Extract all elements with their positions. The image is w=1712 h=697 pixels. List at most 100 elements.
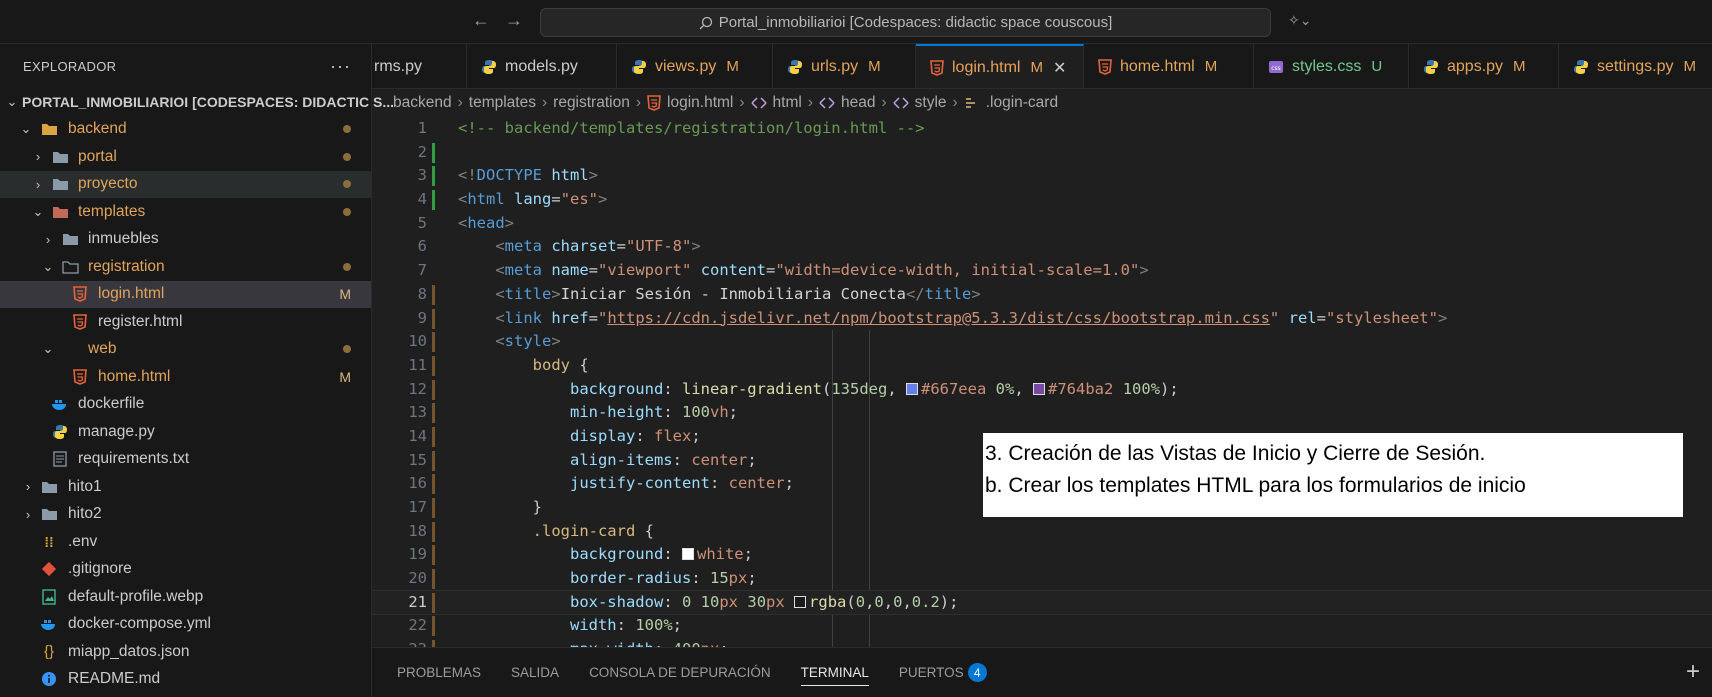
tab-problemas[interactable]: PROBLEMAS (397, 648, 481, 697)
tree-item-backend[interactable]: ⌄ backend (0, 116, 371, 144)
tree-item-manage-py[interactable]: manage.py (0, 418, 371, 446)
line-number: 3 (417, 166, 427, 185)
tree-item-web[interactable]: ⌄ web (0, 336, 371, 364)
copilot-icon[interactable]: ✧⌄ (1288, 12, 1311, 29)
command-center-search[interactable]: Portal_inmobiliarioi [Codespaces: didact… (540, 8, 1271, 37)
git-added-marker (432, 166, 435, 187)
tree-item-register-html[interactable]: register.html (0, 308, 371, 336)
code-line: background: linear-gradient(135deg, #667… (569, 379, 1179, 398)
chevron-down-icon: ⌄ (32, 203, 44, 219)
tree-item-gitignore[interactable]: .gitignore (0, 556, 371, 584)
css-icon: css (1268, 59, 1284, 75)
close-tab-icon[interactable]: ✕ (1053, 58, 1066, 78)
tree-item-docker-compose-yml[interactable]: docker-compose.yml (0, 611, 371, 639)
tree-item-miapp-datos-json[interactable]: {} miapp_datos.json (0, 638, 371, 666)
svg-text:css: css (1271, 65, 1281, 72)
python-icon (51, 423, 69, 441)
tab-views-py[interactable]: views.py M (617, 44, 773, 88)
tab-apps-py[interactable]: apps.py M (1409, 44, 1559, 88)
tree-item-inmuebles[interactable]: › inmuebles (0, 226, 371, 254)
tab-puertos[interactable]: PUERTOS 4 (899, 648, 987, 697)
explorer-title: EXPLORADOR (23, 58, 117, 74)
git-modified-marker (432, 426, 435, 447)
tree-item-label: proyecto (78, 175, 138, 193)
tree-item-home-html[interactable]: home.html M (0, 363, 371, 391)
modified-dot (343, 152, 351, 161)
code-editor[interactable]: 1 <!-- backend/templates/registration/log… (372, 117, 1712, 647)
tree-item-hito1[interactable]: › hito1 (0, 473, 371, 501)
tree-item-portal[interactable]: › portal (0, 143, 371, 171)
git-modified-marker (432, 569, 435, 590)
tree-item-proyecto[interactable]: › proyecto (0, 170, 371, 198)
code-line: .login-card { (532, 521, 654, 540)
tree-item-label: .gitignore (68, 560, 132, 578)
tree-item-readme-md[interactable]: README.md (0, 666, 371, 694)
breadcrumb-item[interactable]: style (915, 94, 947, 112)
html5-icon (647, 95, 661, 111)
modified-badge: M (1204, 58, 1218, 75)
docker-icon (51, 395, 69, 413)
tree-item-templates[interactable]: ⌄ templates (0, 198, 371, 226)
tab-forms-py[interactable]: rms.py (372, 44, 467, 88)
tab-styles-css[interactable]: css styles.css U (1254, 44, 1409, 88)
color-swatch[interactable] (794, 595, 807, 608)
tree-item-login-html[interactable]: login.html M (0, 280, 371, 308)
color-swatch[interactable] (1033, 382, 1046, 395)
code-line: } (458, 498, 542, 516)
tab-home-html[interactable]: home.html M (1084, 44, 1254, 88)
tab-salida[interactable]: SALIDA (511, 648, 559, 697)
tab-terminal[interactable]: TERMINAL (800, 648, 870, 697)
line-number: 8 (417, 284, 427, 303)
tree-item-label: registration (88, 257, 165, 275)
tab-models-py[interactable]: models.py (467, 44, 617, 88)
breadcrumb-item[interactable]: head (841, 94, 875, 112)
stylesheet-link[interactable]: https://cdn.jsdelivr.net/npm/bootstrap@5… (607, 309, 1270, 327)
breadcrumb-item[interactable]: templates (469, 94, 536, 112)
more-actions-icon[interactable]: ··· (330, 56, 351, 77)
breadcrumb-item[interactable]: login.html (667, 94, 733, 112)
breadcrumb-item[interactable]: backend (393, 94, 452, 112)
code-line: <head> (458, 213, 515, 232)
chevron-right-icon: › (541, 94, 548, 111)
tree-item-label: README.md (68, 670, 161, 688)
tree-item-label: docker-compose.yml (68, 615, 211, 633)
code-line: <!-- backend/templates/registration/logi… (458, 119, 925, 137)
forward-arrow-icon[interactable]: → (502, 10, 526, 31)
color-swatch[interactable] (681, 548, 694, 561)
git-added-marker (432, 190, 435, 211)
info-icon (40, 670, 58, 688)
workspace-root[interactable]: ⌄ PORTAL_INMOBILIARIOI [CODESPACES: DIDA… (0, 88, 395, 116)
breadcrumb-item[interactable]: html (773, 94, 802, 112)
git-modified-marker (432, 308, 435, 329)
breadcrumb-item[interactable]: registration (553, 94, 630, 112)
tree-item-requirements-txt[interactable]: requirements.txt (0, 446, 371, 474)
tree-item-registration[interactable]: ⌄ registration (0, 253, 371, 281)
tree-item-dockerfile[interactable]: dockerfile (0, 391, 371, 419)
modified-badge: M (339, 286, 351, 303)
new-terminal-icon[interactable]: + (1686, 658, 1700, 686)
tab-settings-py[interactable]: settings.py M (1559, 44, 1712, 88)
line-number: 22 (408, 616, 427, 635)
back-arrow-icon[interactable]: ← (469, 10, 493, 31)
html5-icon (71, 313, 89, 331)
tab-label: login.html (952, 58, 1021, 76)
code-line: <meta name="viewport" content="width=dev… (495, 261, 1149, 280)
tab-consola-depuracion[interactable]: CONSOLA DE DEPURACIÓN (589, 648, 771, 697)
modified-badge: M (1683, 58, 1696, 75)
tab-login-html[interactable]: login.html M ✕ (916, 44, 1084, 88)
tree-item-env[interactable]: ⁞⁞ .env (0, 528, 371, 556)
image-file-icon (40, 588, 58, 606)
tab-urls-py[interactable]: urls.py M (773, 44, 916, 88)
chevron-down-icon: ⌄ (6, 93, 18, 109)
code-line: body { (532, 355, 589, 374)
python-icon (787, 59, 803, 75)
python-icon (481, 59, 497, 75)
line-number: 16 (408, 474, 427, 493)
docker-icon (40, 615, 58, 633)
color-swatch[interactable] (905, 382, 918, 395)
git-modified-marker (432, 498, 435, 518)
breadcrumb-item[interactable]: .login-card (986, 94, 1058, 112)
tree-item-default-profile-webp[interactable]: default-profile.webp (0, 583, 371, 611)
modified-badge: M (1030, 59, 1043, 76)
tree-item-hito2[interactable]: › hito2 (0, 501, 371, 529)
